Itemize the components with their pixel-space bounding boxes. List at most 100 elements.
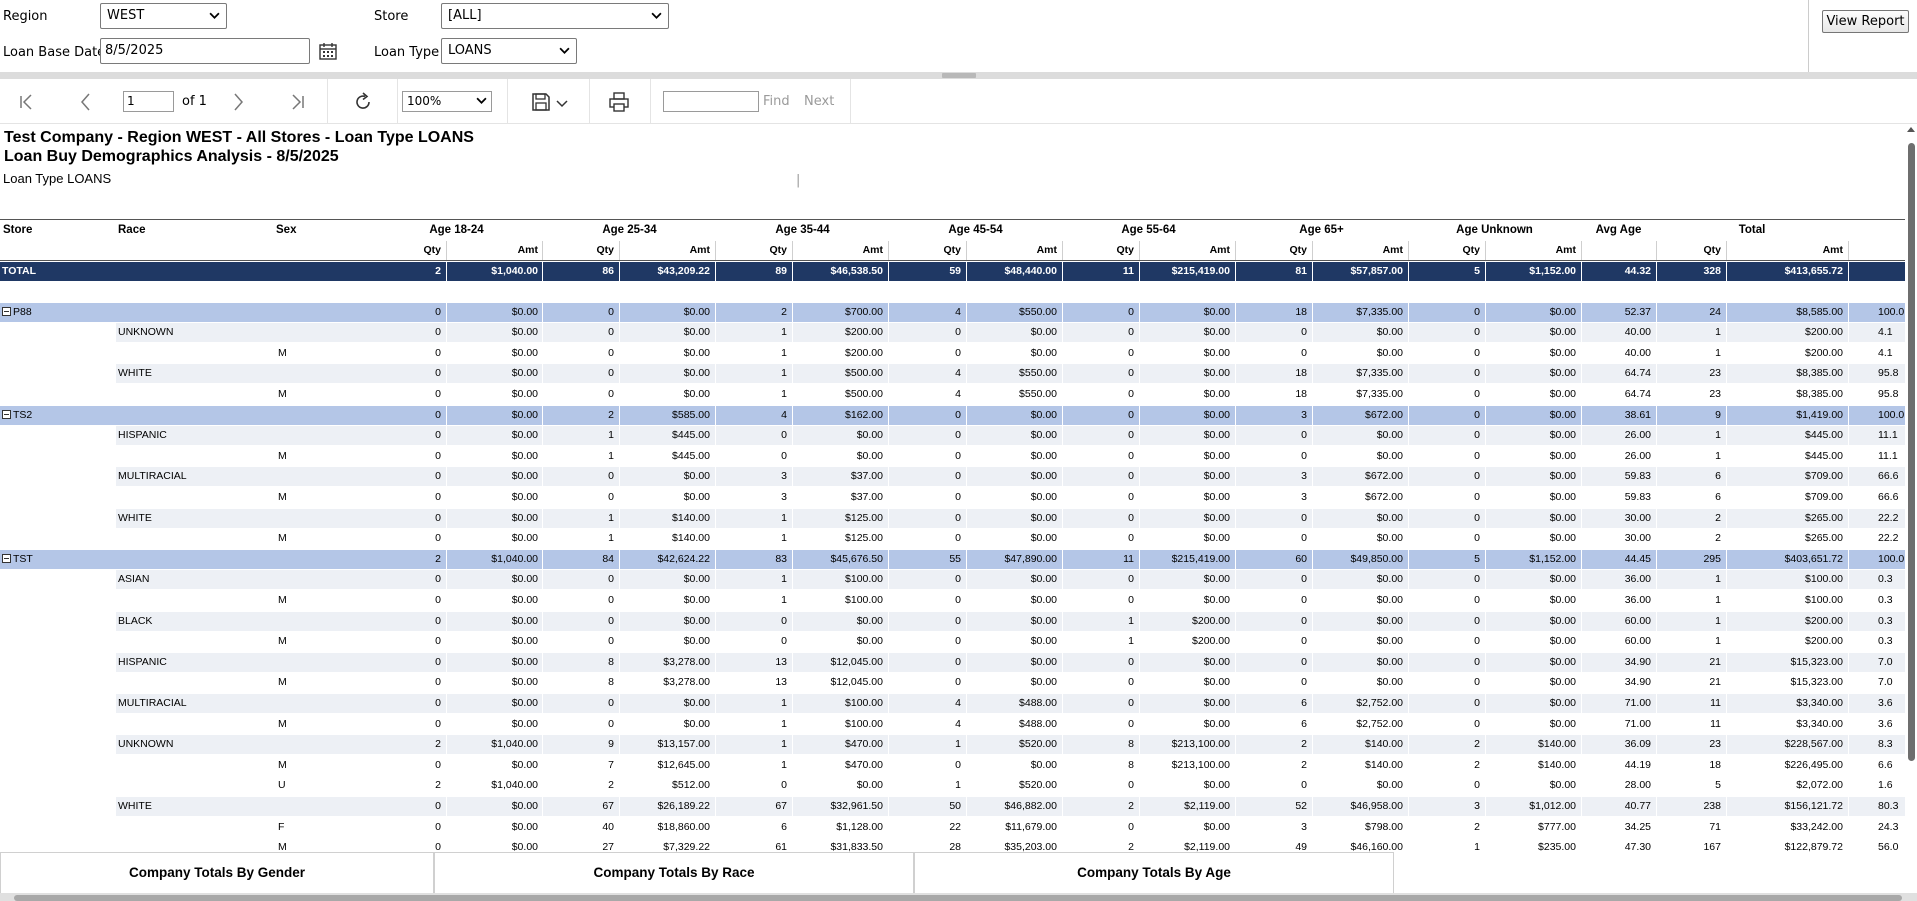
- column-separator: [1726, 817, 1727, 837]
- table-cell: 0: [1474, 306, 1480, 318]
- table-cell: 0: [435, 408, 441, 421]
- find-link[interactable]: Find: [763, 94, 790, 109]
- tab-company-totals-gender[interactable]: Company Totals By Gender: [0, 852, 434, 893]
- column-separator: [1312, 817, 1313, 837]
- loan-base-date-input[interactable]: 8/5/2025: [100, 38, 310, 64]
- table-cell: 0: [1128, 655, 1134, 668]
- loan-type-select[interactable]: LOANS: [441, 38, 577, 64]
- column-separator: [1656, 797, 1657, 816]
- table-cell: 66.6: [1878, 491, 1899, 503]
- store-row[interactable]: TST 2 $1,040.00 84 $42,624.22 83 $45,676.50 55 $…: [0, 549, 1905, 569]
- find-next-link[interactable]: Next: [804, 94, 834, 109]
- column-separator: [542, 714, 543, 734]
- find-input[interactable]: [663, 91, 759, 112]
- table-cell: $200.00: [1805, 635, 1843, 648]
- refresh-icon[interactable]: [352, 91, 374, 113]
- last-page-icon[interactable]: [286, 91, 308, 113]
- table-cell: $0.00: [1203, 655, 1230, 668]
- zoom-select[interactable]: 100%: [402, 91, 492, 112]
- scroll-up-icon[interactable]: [1907, 127, 1915, 132]
- table-cell: 1: [1715, 635, 1721, 648]
- previous-page-icon[interactable]: [75, 91, 97, 113]
- table-cell: 7: [608, 758, 614, 771]
- table-cell: $0.00: [1030, 614, 1057, 627]
- table-cell: $48,440.00: [1004, 265, 1057, 277]
- first-page-icon[interactable]: [16, 91, 38, 113]
- table-cell: $0.00: [1203, 594, 1230, 606]
- store-select[interactable]: [ALL]: [441, 3, 669, 29]
- column-separator: [1062, 549, 1063, 569]
- column-separator: [1581, 446, 1582, 466]
- column-separator: [966, 611, 967, 631]
- tab-company-totals-race[interactable]: Company Totals By Race: [434, 852, 914, 893]
- region-select[interactable]: WEST: [100, 3, 227, 29]
- column-separator: [1485, 611, 1486, 631]
- column-separator: [1312, 591, 1313, 610]
- table-cell: 23: [1709, 367, 1721, 380]
- table-cell: 0: [1128, 408, 1134, 421]
- table-cell: $0.00: [511, 594, 538, 606]
- column-separator: [1139, 714, 1140, 734]
- column-separator: [792, 797, 793, 816]
- page-number-input[interactable]: 1: [123, 91, 174, 112]
- column-separator: [619, 735, 620, 755]
- race-name: UNKNOWN: [118, 323, 268, 342]
- column-separator: [715, 241, 716, 260]
- table-cell: 2: [435, 779, 441, 792]
- store-label: Store: [374, 9, 409, 24]
- sex-row: F 0 $0.00 40 $18,860.00 6 $1,128.00 22 $11,679.0…: [0, 817, 1905, 837]
- collapse-toggle-icon[interactable]: [2, 307, 11, 316]
- column-separator: [1848, 570, 1849, 590]
- chevron-down-icon[interactable]: [556, 99, 568, 109]
- save-icon[interactable]: [530, 91, 552, 113]
- store-row[interactable]: TS2 0 $0.00 2 $585.00 4 $162.00 0 $0.00 0 $0.00 3 $6…: [0, 405, 1905, 425]
- race-row: BLACK 0 $0.00 0 $0.00 0 $0.00 0 $0.00 1 $200.00 0 $0…: [0, 611, 1905, 631]
- vertical-scrollbar-thumb[interactable]: [1908, 143, 1915, 761]
- column-separator: [715, 488, 716, 507]
- column-separator: [1656, 570, 1657, 590]
- table-cell: $0.00: [1376, 532, 1403, 545]
- view-report-button[interactable]: View Report: [1822, 10, 1909, 33]
- table-cell: $200.00: [845, 326, 883, 339]
- store-row[interactable]: P88 0 $0.00 0 $0.00 2 $700.00 4 $550.00 0 $0.00 18 $…: [0, 303, 1905, 322]
- column-separator: [542, 817, 543, 837]
- row-label-text: TS2: [13, 408, 33, 421]
- table-cell: $0.00: [511, 346, 538, 359]
- race-name: HISPANIC: [118, 426, 268, 445]
- column-separator: [1062, 694, 1063, 713]
- collapse-toggle-icon[interactable]: [2, 553, 11, 563]
- splitter-handle[interactable]: [942, 73, 976, 78]
- tab-company-totals-age[interactable]: Company Totals By Age: [914, 852, 1394, 893]
- column-separator: [446, 591, 447, 610]
- table-cell: $140.00: [1538, 758, 1576, 771]
- column-separator: [1139, 611, 1140, 631]
- horizontal-scrollbar-thumb[interactable]: [14, 895, 1902, 901]
- table-cell: $0.00: [683, 326, 710, 339]
- parameter-splitter[interactable]: [0, 72, 1917, 79]
- vertical-scrollbar[interactable]: [1905, 125, 1917, 852]
- column-separator: [1485, 467, 1486, 487]
- column-separator: [1581, 241, 1582, 260]
- column-separator: [966, 323, 967, 343]
- table-cell: 22: [949, 820, 961, 833]
- table-cell: 0: [1301, 346, 1307, 359]
- calendar-icon[interactable]: [318, 41, 338, 61]
- next-page-icon[interactable]: [227, 91, 249, 113]
- column-separator: [1656, 652, 1657, 672]
- collapse-toggle-icon[interactable]: [2, 409, 11, 419]
- column-separator: [1485, 323, 1486, 343]
- print-icon[interactable]: [608, 91, 630, 113]
- table-cell: $0.00: [1203, 367, 1230, 380]
- column-separator: [1581, 591, 1582, 610]
- table-cell: 21: [1709, 676, 1721, 689]
- column-subheader: Qty: [1116, 244, 1134, 256]
- column-separator: [1656, 817, 1657, 837]
- column-separator: [619, 549, 620, 569]
- column-separator: [1485, 303, 1486, 322]
- table-cell: 0: [781, 449, 787, 462]
- table-cell: 100.0: [1878, 408, 1905, 421]
- horizontal-scrollbar[interactable]: [0, 893, 1917, 901]
- table-cell: $2,119.00: [1184, 841, 1230, 852]
- table-cell: $0.00: [1549, 697, 1576, 709]
- table-cell: 11: [1710, 717, 1721, 730]
